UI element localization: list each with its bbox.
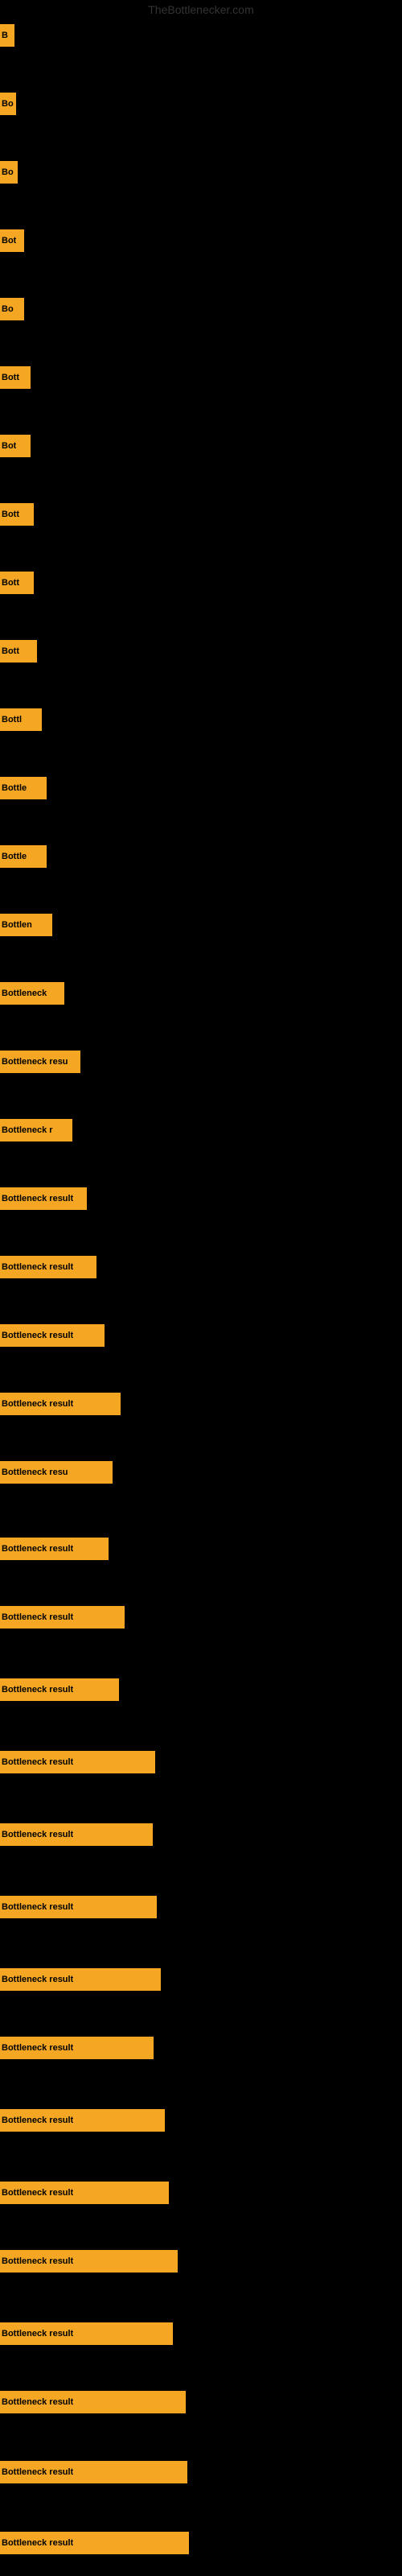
bar-label-33: Bottleneck result <box>2 2256 73 2266</box>
bar-label-6: Bott <box>2 373 19 382</box>
bar-label-3: Bo <box>2 167 14 177</box>
bar-label-25: Bottleneck result <box>2 1685 73 1695</box>
bar-label-18: Bottleneck result <box>2 1194 73 1203</box>
bar-item-21: Bottleneck result <box>0 1393 121 1415</box>
bar-item-26: Bottleneck result <box>0 1751 155 1773</box>
bar-item-15: Bottleneck <box>0 982 64 1005</box>
bar-item-31: Bottleneck result <box>0 2109 165 2132</box>
bar-label-30: Bottleneck result <box>2 2043 73 2053</box>
bar-item-8: Bott <box>0 503 34 526</box>
bar-label-37: Bottleneck result <box>2 2538 73 2548</box>
bar-label-22: Bottleneck resu <box>2 1468 68 1477</box>
bar-item-33: Bottleneck result <box>0 2250 178 2273</box>
bar-item-29: Bottleneck result <box>0 1968 161 1991</box>
bar-label-1: B <box>2 31 8 40</box>
bar-label-24: Bottleneck result <box>2 1612 73 1622</box>
bar-item-18: Bottleneck result <box>0 1187 87 1210</box>
bar-label-27: Bottleneck result <box>2 1830 73 1839</box>
bar-label-11: Bottl <box>2 715 22 724</box>
bar-label-16: Bottleneck resu <box>2 1057 68 1067</box>
bar-label-28: Bottleneck result <box>2 1902 73 1912</box>
bar-item-7: Bot <box>0 435 31 457</box>
bar-label-13: Bottle <box>2 852 27 861</box>
bar-item-27: Bottleneck result <box>0 1823 153 1846</box>
bar-label-4: Bot <box>2 236 16 246</box>
bar-item-1: B <box>0 24 14 47</box>
bar-label-35: Bottleneck result <box>2 2397 73 2407</box>
bar-item-32: Bottleneck result <box>0 2182 169 2204</box>
bar-item-4: Bot <box>0 229 24 252</box>
bar-item-16: Bottleneck resu <box>0 1051 80 1073</box>
bar-label-26: Bottleneck result <box>2 1757 73 1767</box>
bar-label-9: Bott <box>2 578 19 588</box>
bar-item-28: Bottleneck result <box>0 1896 157 1918</box>
bar-label-31: Bottleneck result <box>2 2116 73 2125</box>
bar-item-5: Bo <box>0 298 24 320</box>
bar-item-36: Bottleneck result <box>0 2461 187 2483</box>
bar-item-24: Bottleneck result <box>0 1606 125 1629</box>
bar-label-20: Bottleneck result <box>2 1331 73 1340</box>
bar-item-25: Bottleneck result <box>0 1678 119 1701</box>
bar-item-35: Bottleneck result <box>0 2391 186 2413</box>
bar-item-10: Bott <box>0 640 37 663</box>
bar-item-3: Bo <box>0 161 18 184</box>
bar-item-13: Bottle <box>0 845 47 868</box>
bar-item-22: Bottleneck resu <box>0 1461 113 1484</box>
bar-item-37: Bottleneck result <box>0 2532 189 2554</box>
bar-label-14: Bottlen <box>2 920 32 930</box>
bar-label-29: Bottleneck result <box>2 1975 73 1984</box>
bar-label-21: Bottleneck result <box>2 1399 73 1409</box>
bar-item-6: Bott <box>0 366 31 389</box>
bar-label-8: Bott <box>2 510 19 519</box>
bar-label-12: Bottle <box>2 783 27 793</box>
bar-label-17: Bottleneck r <box>2 1125 53 1135</box>
bar-label-32: Bottleneck result <box>2 2188 73 2198</box>
bar-item-17: Bottleneck r <box>0 1119 72 1141</box>
site-title: TheBottlenecker.com <box>148 3 254 16</box>
bar-item-23: Bottleneck result <box>0 1538 109 1560</box>
bar-item-11: Bottl <box>0 708 42 731</box>
bar-item-9: Bott <box>0 572 34 594</box>
bar-label-7: Bot <box>2 441 16 451</box>
bar-item-2: Bo <box>0 93 16 115</box>
bar-label-15: Bottleneck <box>2 989 47 998</box>
bar-label-23: Bottleneck result <box>2 1544 73 1554</box>
bar-item-34: Bottleneck result <box>0 2322 173 2345</box>
bar-item-30: Bottleneck result <box>0 2037 154 2059</box>
bar-label-10: Bott <box>2 646 19 656</box>
bar-label-2: Bo <box>2 99 14 109</box>
bar-label-36: Bottleneck result <box>2 2467 73 2477</box>
bar-label-19: Bottleneck result <box>2 1262 73 1272</box>
bar-label-34: Bottleneck result <box>2 2329 73 2339</box>
bar-item-19: Bottleneck result <box>0 1256 96 1278</box>
bar-item-20: Bottleneck result <box>0 1324 105 1347</box>
bar-item-14: Bottlen <box>0 914 52 936</box>
bar-label-5: Bo <box>2 304 14 314</box>
bar-item-12: Bottle <box>0 777 47 799</box>
